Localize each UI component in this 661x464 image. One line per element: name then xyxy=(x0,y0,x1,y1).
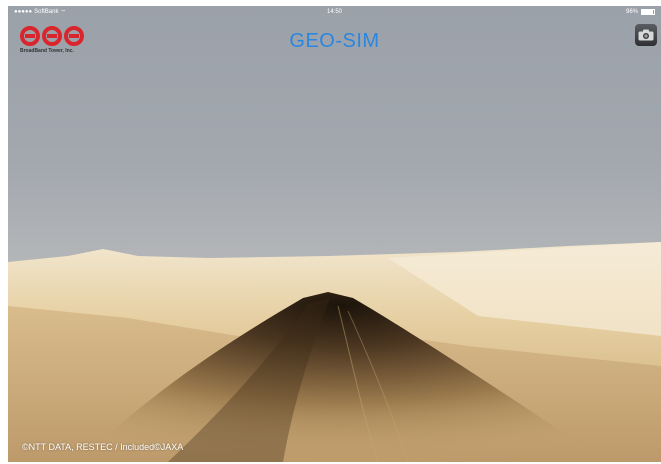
terrain-3d-view[interactable] xyxy=(8,6,661,462)
battery-icon xyxy=(641,9,655,15)
data-credit: ©NTT DATA, RESTEC / Included©JAXA xyxy=(22,442,184,452)
camera-button[interactable] xyxy=(635,24,657,46)
carrier-info: ●●●●● SoftBank ⌔ xyxy=(14,8,66,16)
signal-dots-icon: ●●●●● xyxy=(14,9,33,15)
app-title: GEO-SIM xyxy=(289,30,380,52)
wifi-icon: ⌔ xyxy=(60,10,67,16)
battery-percent: 96% xyxy=(625,9,638,15)
carrier-label: SoftBank xyxy=(34,9,59,15)
status-bar: ●●●●● SoftBank ⌔ 14:50 96% xyxy=(8,6,661,18)
battery-info: 96% xyxy=(626,9,655,15)
status-time: 14:50 xyxy=(326,9,342,15)
camera-icon xyxy=(638,29,654,41)
map-view[interactable]: ●●●●● SoftBank ⌔ 14:50 96% BroadBand Tow… xyxy=(8,6,661,462)
